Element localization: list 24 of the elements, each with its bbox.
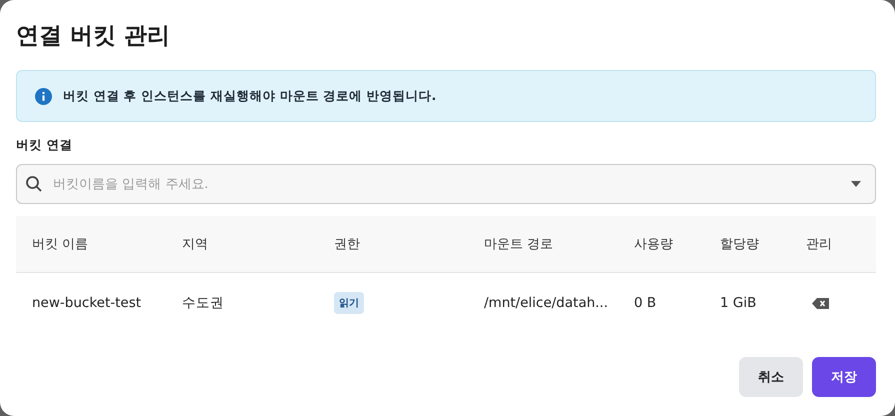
delete-icon[interactable] xyxy=(812,298,829,308)
column-header: 버킷 이름 xyxy=(16,216,182,273)
field-label: 버킷 연결 xyxy=(16,137,74,154)
table-cell-text: new-bucket-test xyxy=(31,294,142,313)
column-header: 사용량 xyxy=(634,216,720,273)
table-cell-text: 0 B xyxy=(634,294,658,313)
search-icon xyxy=(25,175,43,193)
table-cell-text: 수도권 xyxy=(182,294,225,313)
column-header: 권한 xyxy=(334,216,484,273)
dropdown-caret-icon[interactable] xyxy=(851,181,861,187)
save-button[interactable]: 저장 xyxy=(812,357,876,397)
info-text: 버킷 연결 후 인스턴스를 재실행해야 마운트 경로에 반영됩니다. xyxy=(63,88,436,104)
column-header: 마운트 경로 xyxy=(484,216,634,273)
permission-tag: 읽기 xyxy=(334,292,364,314)
cancel-button[interactable]: 취소 xyxy=(739,357,803,397)
table-cell-text: /mnt/elice/datah... xyxy=(484,294,610,313)
bucket-select-field[interactable]: 버킷이름을 입력해 주세요. xyxy=(16,164,876,204)
column-header: 지역 xyxy=(182,216,334,273)
column-header: 할당량 xyxy=(720,216,806,273)
dialog-title: 연결 버킷 관리 xyxy=(16,22,172,51)
info-icon xyxy=(35,88,52,104)
table-cell-text: 1 GiB xyxy=(720,294,758,313)
column-header: 관리 xyxy=(806,216,876,273)
search-input[interactable]: 버킷이름을 입력해 주세요. xyxy=(51,176,843,192)
